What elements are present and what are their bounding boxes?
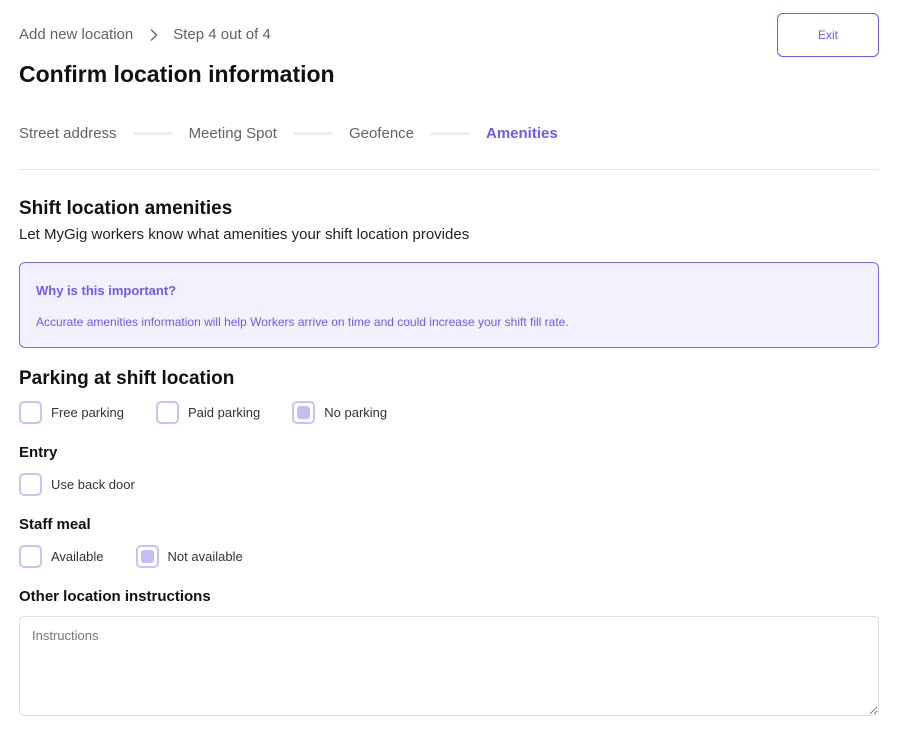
- parking-title: Parking at shift location: [19, 368, 235, 389]
- entry-options: Use back door: [19, 472, 135, 496]
- step-amenities[interactable]: Amenities: [486, 125, 558, 142]
- option-label: Free parking: [51, 404, 124, 420]
- amenities-subtitle: Let MyGig workers know what amenities yo…: [19, 226, 470, 243]
- checkbox[interactable]: [19, 400, 42, 424]
- checkbox[interactable]: [19, 472, 42, 496]
- instructions-title: Other location instructions: [19, 588, 211, 605]
- info-callout: Why is this important? Accurate amenitie…: [19, 262, 879, 348]
- step-connector: [430, 131, 470, 135]
- stepper: Street address Meeting Spot Geofence Ame…: [19, 122, 558, 144]
- amenities-title: Shift location amenities: [19, 198, 233, 219]
- checkbox-checked[interactable]: [292, 400, 316, 424]
- exit-button[interactable]: Exit: [777, 13, 879, 57]
- breadcrumb: Add new location Step 4 out of 4: [19, 26, 271, 43]
- option-no-parking[interactable]: No parking: [292, 400, 388, 424]
- option-use-back-door[interactable]: Use back door: [19, 472, 135, 496]
- breadcrumb-parent[interactable]: Add new location: [19, 26, 133, 43]
- option-label: Use back door: [51, 476, 135, 492]
- info-text: Accurate amenities information will help…: [36, 315, 569, 329]
- checkbox-checked[interactable]: [135, 544, 159, 568]
- option-label: Not available: [167, 548, 243, 564]
- step-meeting-spot[interactable]: Meeting Spot: [189, 125, 277, 142]
- step-connector: [132, 131, 173, 135]
- entry-title: Entry: [19, 444, 58, 461]
- step-street-address[interactable]: Street address: [19, 125, 117, 142]
- breadcrumb-current: Step 4 out of 4: [173, 26, 271, 43]
- staff-meal-options: Available Not available: [19, 544, 243, 568]
- checkbox[interactable]: [155, 400, 179, 424]
- option-label: Paid parking: [187, 404, 261, 420]
- chevron-right-icon: [143, 28, 165, 42]
- option-free-parking[interactable]: Free parking: [19, 400, 124, 424]
- option-paid-parking[interactable]: Paid parking: [155, 400, 261, 424]
- option-available[interactable]: Available: [19, 544, 104, 568]
- info-title: Why is this important?: [36, 283, 177, 298]
- option-not-available[interactable]: Not available: [135, 544, 243, 568]
- page-title: Confirm location information: [19, 61, 335, 87]
- checkbox[interactable]: [19, 544, 42, 568]
- instructions-textarea[interactable]: [19, 616, 879, 716]
- step-geofence[interactable]: Geofence: [349, 125, 414, 142]
- parking-options: Free parking Paid parking No parking: [19, 400, 387, 424]
- divider: [19, 169, 879, 170]
- staff-meal-title: Staff meal: [19, 516, 91, 533]
- option-label: Available: [51, 548, 104, 564]
- step-connector: [292, 131, 333, 135]
- option-label: No parking: [324, 404, 388, 420]
